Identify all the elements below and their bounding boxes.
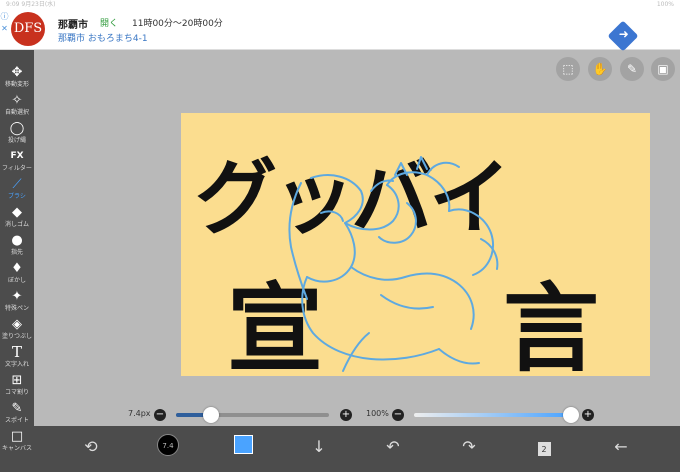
brush-sliders: 7.4px − + 100% − +: [34, 404, 680, 426]
status-battery: 100%: [656, 1, 674, 8]
panel-icon: ⊞: [11, 373, 23, 388]
tool-eyedropper[interactable]: ✎ スポイト: [0, 400, 34, 427]
ad-address: 那覇市 おもろまち4-1: [58, 34, 148, 44]
current-color-swatch[interactable]: [234, 435, 253, 454]
tool-panel[interactable]: ⊞ コマ割り: [0, 372, 34, 399]
fx-icon: FX: [10, 151, 24, 161]
brush-size-slider[interactable]: [176, 407, 329, 423]
redo-icon[interactable]: ↷: [456, 434, 482, 460]
status-time: 9:09 9月23日(水): [6, 1, 56, 8]
drawing-canvas[interactable]: グッバイ 宣 言: [181, 113, 650, 376]
move-icon: ✥: [11, 65, 23, 80]
tool-filter[interactable]: FX フィルター: [0, 148, 34, 175]
tool-canvas[interactable]: □ キャンバス: [0, 428, 34, 455]
ad-hours: 11時00分〜20時00分: [132, 19, 223, 29]
eyedropper-icon: ✎: [11, 401, 23, 416]
tool-auto-select[interactable]: ✧ 自動選択: [0, 92, 34, 119]
layers-button[interactable]: 2: [531, 434, 557, 460]
ad-banner[interactable]: ⓘ ✕ DFS 那覇市 開く 11時00分〜20時00分 那覇市 おもろまち4-…: [0, 9, 680, 52]
directions-icon[interactable]: ➜: [607, 20, 639, 52]
brush-size-knob[interactable]: [203, 407, 220, 423]
tool-eraser[interactable]: ◆ 消しゴム: [0, 204, 34, 231]
layers-icon: 2: [537, 442, 551, 456]
image-icon[interactable]: ▣: [651, 57, 675, 81]
hand-icon[interactable]: ✋: [588, 57, 612, 81]
brush-size-label: 7.4px: [128, 409, 151, 418]
brush-size-plus-button[interactable]: +: [340, 409, 352, 421]
brush-size-minus-button[interactable]: −: [154, 409, 166, 421]
ad-logo: DFS: [11, 12, 45, 46]
status-bar: 9:09 9月23日(水) 100%: [0, 0, 680, 9]
eraser-icon: ◆: [12, 205, 22, 220]
back-arrow-icon[interactable]: ←: [608, 434, 634, 460]
selection-icon[interactable]: ⬚: [556, 57, 580, 81]
bottom-toolbar: ⟲ 7.4 ↓ ↶ ↷ 2 ←: [34, 426, 680, 472]
ad-info-icon[interactable]: ⓘ ✕: [0, 11, 9, 47]
tool-sidebar: ✥ 移動変形 ✧ 自動選択 ◯ 投げ縄 FX フィルター ⟋ ブラシ ◆ 消しゴ…: [0, 50, 34, 472]
sketch-lines: [288, 156, 499, 372]
tool-special-pen[interactable]: ✦ 特殊ペン: [0, 288, 34, 315]
tool-finger[interactable]: ● 指先: [0, 232, 34, 259]
tool-blur[interactable]: ♦ ぼかし: [0, 260, 34, 287]
tool-move[interactable]: ✥ 移動変形: [0, 64, 34, 91]
opacity-label: 100%: [366, 409, 389, 418]
brush-icon: ⟋: [12, 177, 22, 192]
lasso-icon: ◯: [9, 121, 25, 136]
download-icon[interactable]: ↓: [306, 434, 332, 460]
brush-preview[interactable]: 7.4: [157, 434, 179, 456]
magic-wand-icon: ✧: [11, 93, 23, 108]
text-icon: T: [11, 343, 22, 361]
special-pen-icon: ✦: [11, 289, 23, 304]
opacity-plus-button[interactable]: +: [582, 409, 594, 421]
opacity-knob[interactable]: [563, 407, 579, 423]
opacity-minus-button[interactable]: −: [392, 409, 404, 421]
finger-icon: ●: [11, 233, 23, 248]
color-swap-icon[interactable]: ⟲: [78, 434, 104, 460]
ad-open-status: 開く: [100, 19, 119, 29]
blur-icon: ♦: [11, 261, 23, 276]
canvas-icon: □: [10, 429, 24, 444]
tool-text[interactable]: T 文字入れ: [0, 344, 34, 371]
opacity-slider[interactable]: [414, 407, 579, 423]
tool-fill[interactable]: ◈ 塗りつぶし: [0, 316, 34, 343]
undo-icon[interactable]: ↶: [380, 434, 406, 460]
fill-icon: ◈: [12, 317, 22, 332]
tool-brush[interactable]: ⟋ ブラシ: [0, 176, 34, 203]
pencil-icon[interactable]: ✎: [620, 57, 644, 81]
ad-title: 那覇市: [58, 20, 88, 31]
tool-lasso[interactable]: ◯ 投げ縄: [0, 120, 34, 147]
